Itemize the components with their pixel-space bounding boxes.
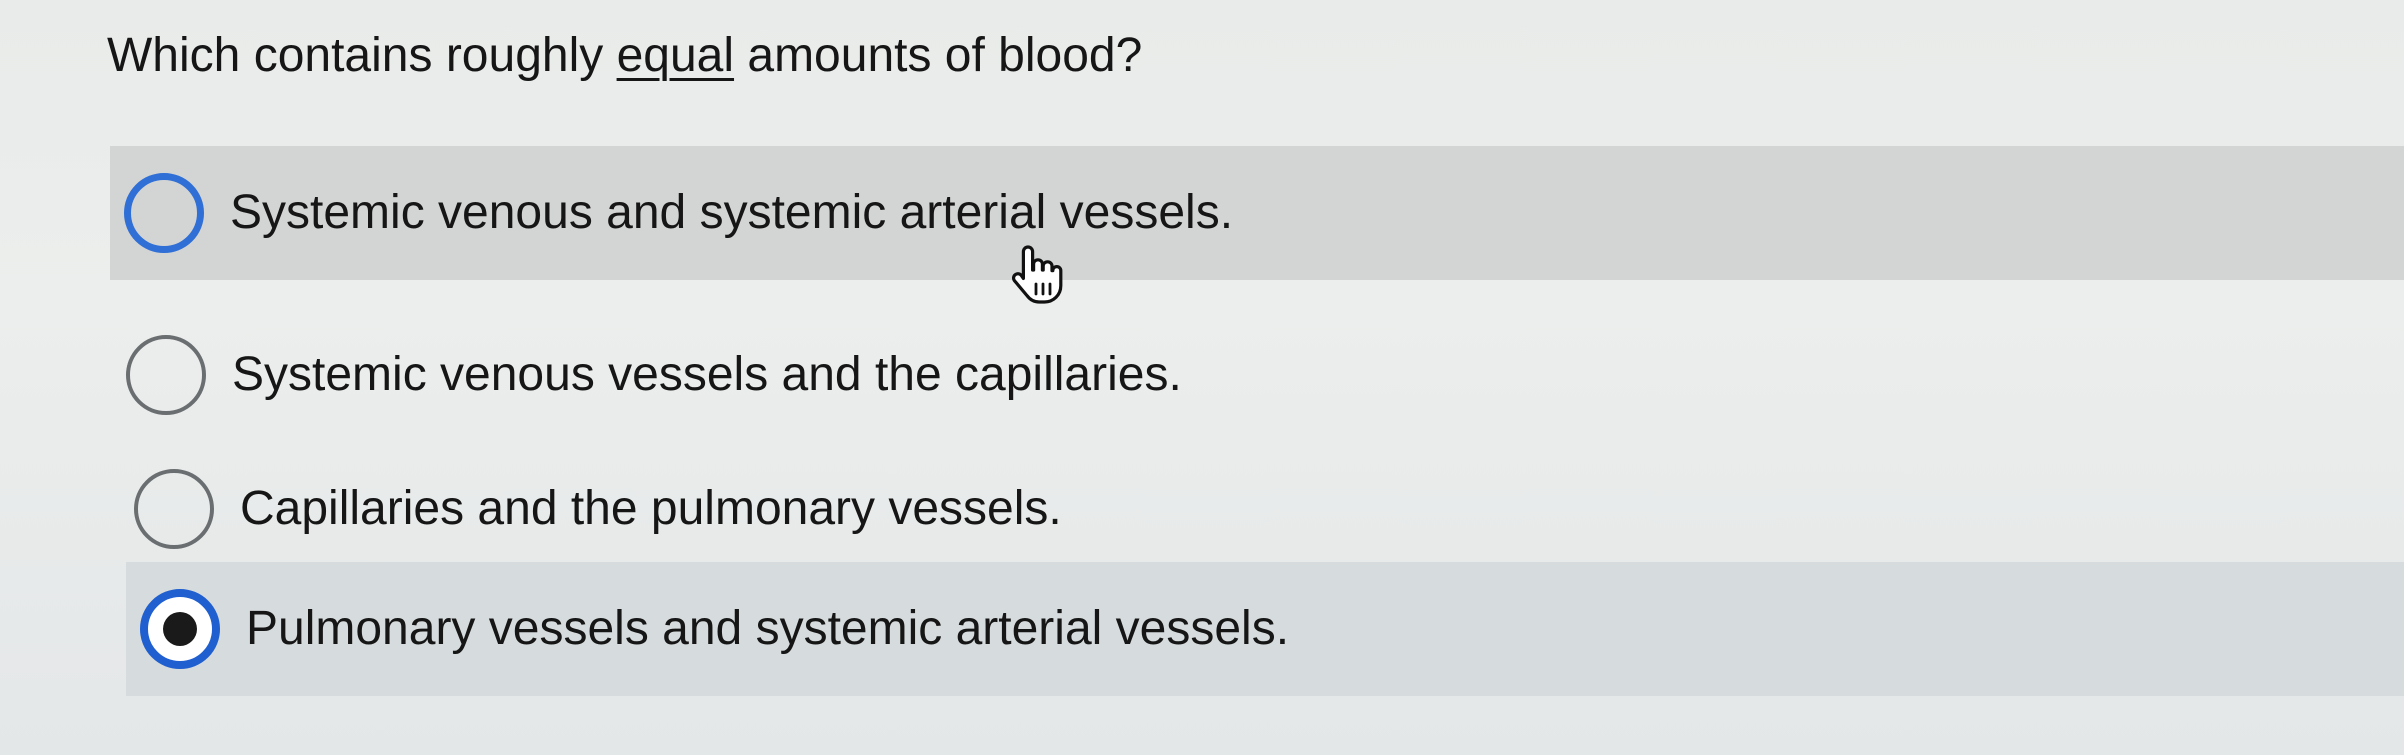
question-suffix: amounts of blood?: [734, 29, 1143, 82]
answer-option-1[interactable]: Systemic venous and systemic arterial ve…: [110, 146, 2404, 280]
answer-option-2[interactable]: Systemic venous vessels and the capillar…: [110, 308, 2404, 442]
answer-option-4[interactable]: Pulmonary vessels and systemic arterial …: [126, 562, 2404, 696]
question-text: Which contains roughly equal amounts of …: [107, 24, 1142, 88]
question-prefix: Which contains roughly: [107, 29, 617, 82]
radio-selected-dot: [163, 612, 197, 646]
hand-pointer-icon: [1011, 245, 1063, 304]
question-emphasis: equal: [616, 29, 735, 82]
radio-button-3[interactable]: [134, 469, 214, 549]
answer-label-4: Pulmonary vessels and systemic arterial …: [246, 602, 1290, 655]
answer-label-3: Capillaries and the pulmonary vessels.: [240, 482, 1062, 535]
answer-label-1: Systemic venous and systemic arterial ve…: [230, 186, 1234, 239]
radio-button-4[interactable]: [140, 589, 220, 669]
answer-label-2: Systemic venous vessels and the capillar…: [232, 348, 1182, 401]
radio-button-2[interactable]: [126, 335, 206, 415]
radio-button-1[interactable]: [124, 173, 204, 253]
answer-option-3[interactable]: Capillaries and the pulmonary vessels.: [110, 442, 2404, 576]
